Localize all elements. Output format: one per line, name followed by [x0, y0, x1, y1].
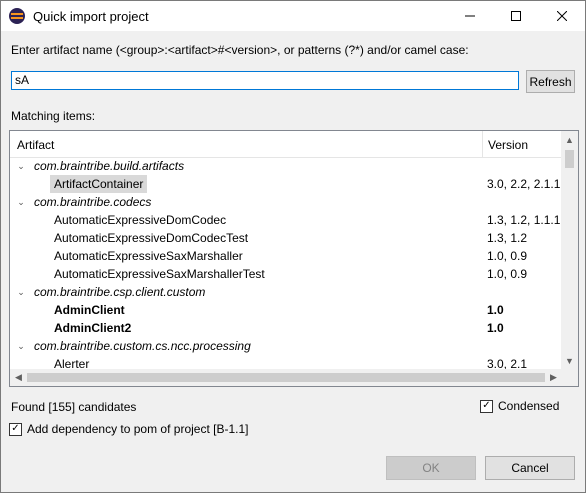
scroll-up-icon[interactable]: ▲ [561, 131, 578, 148]
group-name: com.braintribe.build.artifacts [34, 159, 185, 173]
group-name: com.braintribe.csp.client.custom [34, 285, 206, 299]
add-dependency-label: Add dependency to pom of project [B-1.1] [27, 422, 249, 436]
scroll-left-icon[interactable]: ◀ [10, 369, 27, 386]
vertical-scroll-thumb[interactable] [565, 150, 574, 168]
tree-group-row[interactable]: ⌄ com.braintribe.csp.client.custom [10, 283, 562, 301]
tree-header: Artifact Version [10, 131, 562, 158]
artifact-name: AdminClient2 [54, 321, 132, 335]
minimize-button[interactable] [447, 1, 493, 31]
column-header-version[interactable]: Version [488, 138, 528, 152]
condensed-checkbox[interactable]: ✓ Condensed [480, 399, 559, 413]
horizontal-scroll-thumb[interactable] [27, 373, 545, 382]
chevron-down-icon[interactable]: ⌄ [16, 337, 26, 355]
quick-import-dialog: Quick import project Enter artifact name… [0, 0, 586, 493]
artifact-version: 1.0 [487, 321, 504, 335]
matching-items-label: Matching items: [11, 109, 96, 123]
column-header-artifact[interactable]: Artifact [17, 138, 54, 152]
artifact-version: 1.3, 1.2, 1.1.1, [487, 213, 564, 227]
artifact-name: AdminClient [54, 303, 125, 317]
check-icon[interactable]: ✓ [9, 422, 22, 436]
tree-item-row[interactable]: AutomaticExpressiveDomCodec 1.3, 1.2, 1.1… [10, 211, 564, 229]
artifact-version: 1.0, 0.9 [487, 267, 528, 281]
group-name: com.braintribe.codecs [34, 195, 152, 209]
chevron-down-icon[interactable]: ⌄ [16, 157, 26, 175]
artifact-version: 1.3, 1.2 [487, 231, 528, 245]
artifact-name: AutomaticExpressiveSaxMarshallerTest [54, 267, 265, 281]
tree-item-row[interactable]: AutomaticExpressiveSaxMarshallerTest 1.0,… [10, 265, 562, 283]
found-candidates-label: Found [155] candidates [11, 400, 137, 414]
tree-rows: ⌄ com.braintribe.build.artifacts ArtifactC… [10, 157, 564, 373]
window-title: Quick import project [33, 8, 149, 24]
tree-item-row[interactable]: AdminClient 1.0 [10, 301, 562, 319]
add-dependency-checkbox[interactable]: ✓ Add dependency to pom of project [B-1.… [9, 422, 248, 436]
scroll-down-icon[interactable]: ▼ [561, 352, 578, 369]
group-name: com.braintribe.custom.cs.ncc.processing [34, 339, 251, 353]
tree-item-row[interactable]: AutomaticExpressiveDomCodecTest 1.3, 1.2 [10, 229, 562, 247]
artifact-version: 1.0 [487, 303, 504, 317]
condensed-label: Condensed [498, 399, 560, 413]
minimize-icon [465, 15, 475, 17]
maximize-icon [511, 11, 521, 21]
check-icon[interactable]: ✓ [480, 399, 493, 413]
artifact-tree[interactable]: Artifact Version ⌄ com.braintribe.build.a… [9, 130, 579, 387]
artifact-name: AutomaticExpressiveDomCodecTest [54, 231, 249, 245]
artifact-version: 1.0, 0.9 [487, 249, 528, 263]
window-controls [447, 1, 585, 31]
scroll-corner [561, 369, 578, 386]
close-button[interactable] [539, 1, 585, 31]
column-divider[interactable] [482, 131, 483, 157]
tree-group-row[interactable]: ⌄ com.braintribe.codecs [10, 193, 562, 211]
tree-item-row[interactable]: AdminClient2 1.0 [10, 319, 562, 337]
chevron-down-icon[interactable]: ⌄ [16, 283, 26, 301]
artifact-name: ArtifactContainer [50, 175, 148, 193]
tree-item-row[interactable]: ArtifactContainer 3.0, 2.2, 2.1.1, [10, 175, 564, 193]
refresh-button[interactable]: Refresh [526, 70, 575, 93]
ok-button[interactable]: OK [386, 456, 476, 480]
title-bar[interactable]: Quick import project [1, 1, 585, 31]
close-icon [557, 11, 567, 21]
tree-group-row[interactable]: ⌄ com.braintribe.build.artifacts [10, 157, 562, 175]
scroll-right-icon[interactable]: ▶ [545, 369, 562, 386]
vertical-scrollbar[interactable]: ▲ ▼ [561, 131, 578, 369]
chevron-down-icon[interactable]: ⌄ [16, 193, 26, 211]
tree-item-row[interactable]: AutomaticExpressiveSaxMarshaller 1.0, 0.9 [10, 247, 562, 265]
maximize-button[interactable] [493, 1, 539, 31]
artifact-name: AutomaticExpressiveDomCodec [54, 213, 227, 227]
cancel-button[interactable]: Cancel [485, 456, 575, 480]
horizontal-scrollbar[interactable]: ◀ ▶ [10, 369, 562, 386]
tree-group-row[interactable]: ⌄ com.braintribe.custom.cs.ncc.processing [10, 337, 562, 355]
eclipse-icon [9, 8, 25, 24]
artifact-prompt-label: Enter artifact name (<group>:<artifact>#… [11, 43, 469, 57]
artifact-name: AutomaticExpressiveSaxMarshaller [54, 249, 243, 263]
artifact-version: 3.0, 2.2, 2.1.1, [487, 177, 564, 191]
artifact-search-input[interactable] [11, 71, 519, 90]
